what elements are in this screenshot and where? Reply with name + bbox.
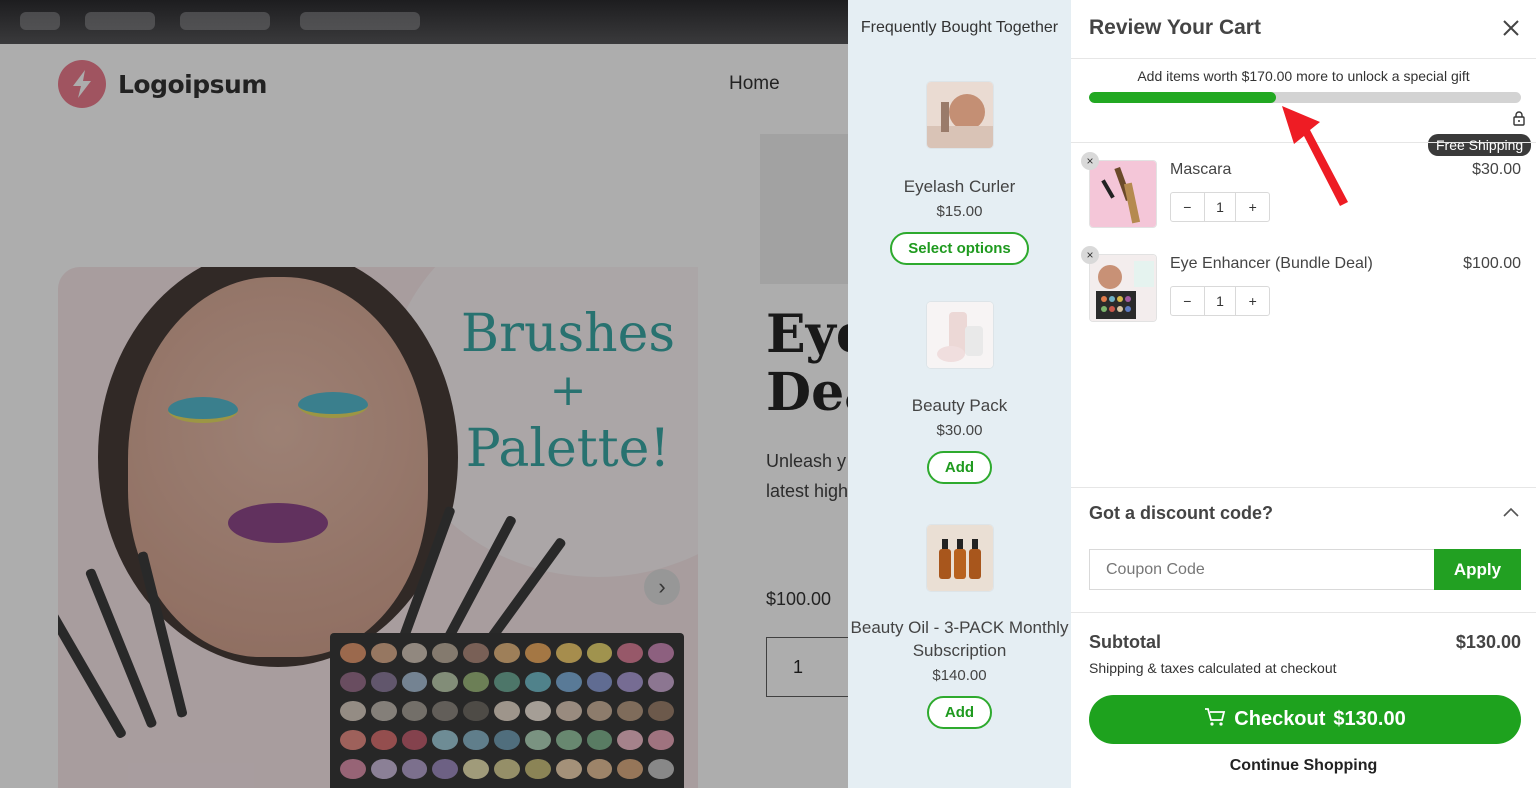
decrement-button[interactable]: −: [1171, 193, 1204, 221]
upsell-name[interactable]: Eyelash Curler: [848, 175, 1071, 198]
cart-title: Review Your Cart: [1089, 16, 1261, 39]
hero-band: [760, 134, 848, 284]
cart-item-name[interactable]: Mascara: [1170, 161, 1231, 179]
product-description: Unleash y best-sellir latest high game!: [766, 451, 848, 501]
cart-item-thumbnail[interactable]: [1089, 160, 1157, 228]
increment-button[interactable]: +: [1236, 193, 1269, 221]
cart-icon: [1204, 707, 1226, 733]
subtotal-label: Subtotal: [1089, 632, 1161, 652]
checkout-label: Checkout: [1234, 708, 1326, 730]
quantity-stepper: − 1 +: [1170, 286, 1270, 316]
banner-line-2: +: [549, 365, 587, 417]
remove-item-button[interactable]: ×: [1081, 246, 1099, 264]
free-shipping-tooltip: Free Shipping: [1428, 134, 1532, 156]
cart-item-price: $100.00: [1463, 255, 1521, 272]
storefront-background: Logoipsum Home Brushes + Palette! › Ey D…: [0, 0, 848, 788]
store-header: Logoipsum Home: [0, 44, 848, 124]
select-options-button[interactable]: Select options: [890, 232, 1029, 265]
quantity-value[interactable]: 1: [1203, 287, 1237, 315]
cart-item-name[interactable]: Eye Enhancer (Bundle Deal): [1170, 255, 1373, 273]
screen: Logoipsum Home Brushes + Palette! › Ey D…: [0, 0, 1536, 788]
upsell-item: Beauty Pack $30.00 Add: [848, 302, 1071, 484]
upsell-title: Frequently Bought Together: [860, 19, 1059, 36]
annotation-arrow-icon: [1282, 106, 1348, 206]
product-thumbnail[interactable]: [926, 82, 993, 148]
browser-toolbar: [0, 0, 848, 44]
lock-icon: [1511, 110, 1527, 126]
remove-item-button[interactable]: ×: [1081, 152, 1099, 170]
discount-heading[interactable]: Got a discount code?: [1089, 503, 1273, 524]
upsell-item: Beauty Oil - 3-PACK Monthly Subscription…: [848, 525, 1071, 729]
banner-line-3: Palette!: [465, 419, 671, 480]
quantity-stepper: − 1 +: [1170, 192, 1270, 222]
logo-text: Logoipsum: [118, 69, 267, 99]
upsell-name[interactable]: Beauty Pack: [848, 394, 1071, 417]
upsell-price: $15.00: [936, 203, 983, 220]
close-icon[interactable]: [1499, 16, 1523, 40]
shipping-note: Shipping & taxes calculated at checkout: [1089, 660, 1337, 676]
progress-message: Add items worth $170.00 more to unlock a…: [1137, 68, 1470, 84]
cart-item-price: $30.00: [1472, 161, 1521, 178]
upsell-name[interactable]: Beauty Oil - 3-PACK Monthly Subscription: [848, 616, 1071, 662]
checkout-button[interactable]: Checkout $130.00: [1089, 695, 1521, 744]
upsell-panel: Frequently Bought Together Eyelash Curle…: [848, 0, 1071, 788]
banner-line-1: Brushes: [460, 304, 676, 364]
add-button[interactable]: Add: [926, 696, 993, 729]
product-title: Eye Dea: [766, 304, 848, 423]
quantity-value[interactable]: 1: [1203, 193, 1237, 221]
cart-item-thumbnail[interactable]: [1089, 254, 1157, 322]
slider-next-arrow[interactable]: ›: [644, 569, 680, 605]
apply-coupon-button[interactable]: Apply: [1434, 549, 1521, 590]
nav-home-link[interactable]: Home: [729, 73, 780, 95]
upsell-price: $140.00: [932, 667, 987, 684]
gift-progress-fill: [1089, 92, 1277, 103]
product-thumbnail[interactable]: [926, 302, 993, 368]
model-lips: [228, 503, 328, 543]
banner-headline: Brushes + Palette!: [443, 303, 693, 481]
increment-button[interactable]: +: [1236, 287, 1269, 315]
coupon-code-input[interactable]: Coupon Code: [1089, 549, 1435, 590]
product-quantity-value: 1: [793, 657, 804, 677]
subtotal-value: $130.00: [1455, 632, 1521, 652]
eyeshadow-palette: [330, 633, 684, 788]
model-face: [128, 277, 428, 657]
bolt-icon: [58, 60, 106, 108]
product-price: $100.00: [766, 589, 832, 609]
product-quantity-input[interactable]: 1: [766, 637, 848, 697]
promo-banner-image: Brushes + Palette!: [58, 267, 698, 788]
decrement-button[interactable]: −: [1171, 287, 1204, 315]
checkout-amount: $130.00: [1333, 708, 1406, 730]
chevron-up-icon[interactable]: [1501, 505, 1521, 519]
add-button[interactable]: Add: [926, 451, 993, 484]
store-logo[interactable]: Logoipsum: [58, 60, 267, 108]
upsell-item: Eyelash Curler $15.00 Select options: [848, 82, 1071, 265]
continue-shopping-link[interactable]: Continue Shopping: [1071, 757, 1536, 775]
upsell-price: $30.00: [936, 422, 983, 439]
product-thumbnail[interactable]: [926, 525, 993, 591]
cart-line-item: × Eye Enhancer (Bundle Deal) $100.00 − 1…: [1081, 246, 1521, 324]
